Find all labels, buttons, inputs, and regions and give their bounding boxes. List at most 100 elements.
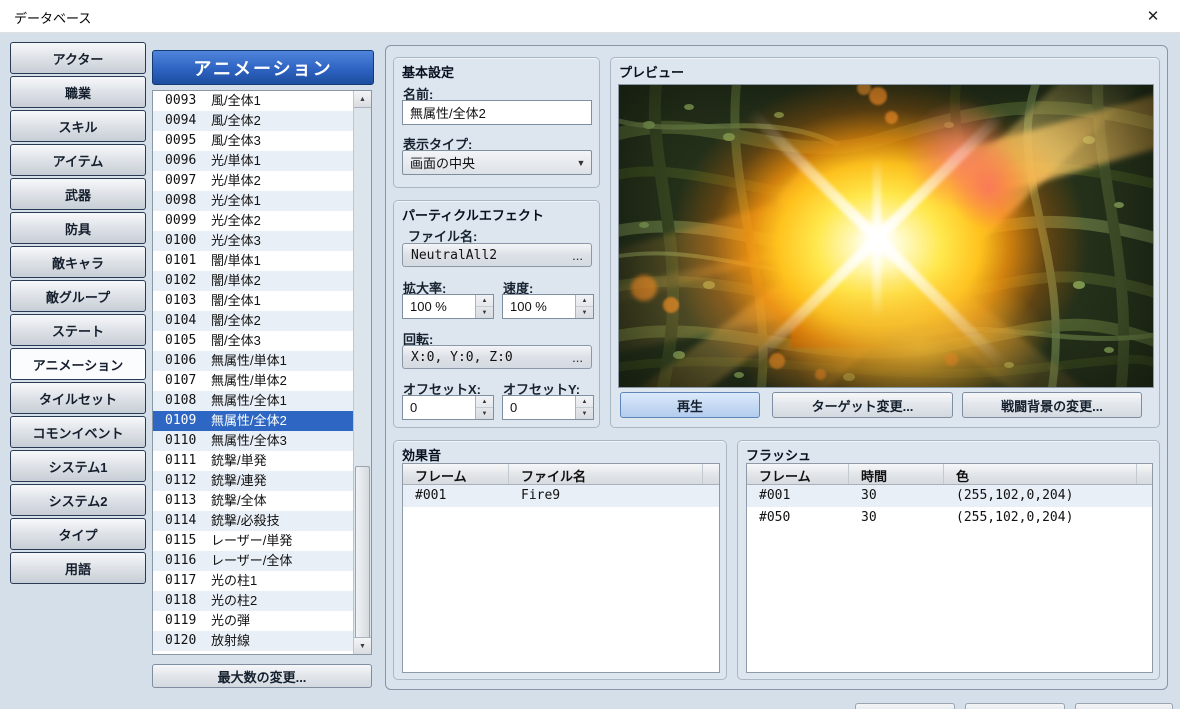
scrollbar-thumb[interactable]: [355, 466, 370, 640]
list-item-name: 無属性/全体3: [211, 431, 287, 451]
list-item[interactable]: 0096 光/単体1: [153, 151, 354, 171]
spin-down-icon[interactable]: ▼: [576, 307, 593, 318]
list-item[interactable]: 0095 風/全体3: [153, 131, 354, 151]
list-item-id: 0093: [165, 91, 203, 111]
list-item[interactable]: 0111 銃撃/単発: [153, 451, 354, 471]
list-item[interactable]: 0108 無属性/全体1: [153, 391, 354, 411]
list-item-id: 0100: [165, 231, 203, 251]
list-item[interactable]: 0112 銃撃/連発: [153, 471, 354, 491]
list-item[interactable]: 0105 闇/全体3: [153, 331, 354, 351]
list-item-name: 銃撃/必殺技: [211, 511, 280, 531]
sidebar-tab-label: ステート: [52, 321, 104, 340]
column-header-time[interactable]: 時間: [849, 464, 944, 484]
sidebar-tab-label: アイテム: [53, 151, 104, 170]
display-type-select[interactable]: 画面の中央 ▼: [402, 150, 592, 175]
sidebar-tab[interactable]: タイプ: [10, 518, 146, 550]
sidebar-tab[interactable]: 敵キャラ: [10, 246, 146, 278]
column-header-frame[interactable]: フレーム: [403, 464, 509, 484]
list-item-name: 闇/全体3: [211, 331, 261, 351]
sidebar-tab[interactable]: アイテム: [10, 144, 146, 176]
list-item-id: 0110: [165, 431, 203, 451]
particle-effect-group: パーティクルエフェクト ファイル名: NeutralAll2 ... 拡大率: …: [393, 200, 600, 428]
list-item-id: 0104: [165, 311, 203, 331]
list-item-id: 0101: [165, 251, 203, 271]
spin-down-icon[interactable]: ▼: [576, 408, 593, 419]
scale-stepper[interactable]: 100 % ▲▼: [402, 294, 494, 319]
change-target-button[interactable]: ターゲット変更...: [772, 392, 953, 418]
sidebar-tab[interactable]: システム2: [10, 484, 146, 516]
spin-up-icon[interactable]: ▲: [576, 396, 593, 408]
sidebar-tab[interactable]: アクター: [10, 42, 146, 74]
column-header-filename[interactable]: ファイル名: [509, 464, 703, 484]
animation-list-rows: 0093 風/全体1 0094 風/全体2 0095 風/全体3 0096 光/…: [153, 91, 354, 654]
sidebar-tab[interactable]: システム1: [10, 450, 146, 482]
list-item[interactable]: 0094 風/全体2: [153, 111, 354, 131]
change-battle-background-button[interactable]: 戦闘背景の変更...: [962, 392, 1142, 418]
spin-up-icon[interactable]: ▲: [476, 295, 493, 307]
sidebar-tab[interactable]: 敵グループ: [10, 280, 146, 312]
spin-up-icon[interactable]: ▲: [576, 295, 593, 307]
change-maximum-button[interactable]: 最大数の変更...: [152, 664, 372, 688]
list-item[interactable]: 0109 無属性/全体2: [153, 411, 354, 431]
offset-x-stepper[interactable]: 0 ▲▼: [402, 395, 494, 420]
file-name-button[interactable]: NeutralAll2 ...: [402, 243, 592, 267]
list-item[interactable]: 0098 光/全体1: [153, 191, 354, 211]
dialog-bottom-button[interactable]: [855, 703, 955, 709]
list-item[interactable]: 0093 風/全体1: [153, 91, 354, 111]
table-row[interactable]: #001 Fire9: [403, 485, 719, 507]
sidebar-tab-label: コモンイベント: [32, 423, 123, 442]
spin-down-icon[interactable]: ▼: [476, 307, 493, 318]
dialog-bottom-button[interactable]: [1075, 703, 1173, 709]
spin-up-icon[interactable]: ▲: [476, 396, 493, 408]
list-scrollbar[interactable]: ▲ ▼: [353, 91, 371, 654]
list-item[interactable]: 0119 光の弾: [153, 611, 354, 631]
sidebar-tab[interactable]: 防具: [10, 212, 146, 244]
sidebar-tab[interactable]: 用語: [10, 552, 146, 584]
scrollbar-up-icon[interactable]: ▲: [354, 91, 371, 108]
list-item[interactable]: 0120 放射線: [153, 631, 354, 651]
animation-list: 0093 風/全体1 0094 風/全体2 0095 風/全体3 0096 光/…: [152, 90, 372, 655]
sidebar-tab[interactable]: コモンイベント: [10, 416, 146, 448]
play-button[interactable]: 再生: [620, 392, 760, 418]
sound-effects-group: 効果音 フレーム ファイル名 #001 Fire9: [393, 440, 727, 680]
list-item[interactable]: 0116 レーザー/全体: [153, 551, 354, 571]
list-item[interactable]: 0102 闇/単体2: [153, 271, 354, 291]
list-item[interactable]: 0115 レーザー/単発: [153, 531, 354, 551]
sidebar-tab[interactable]: スキル: [10, 110, 146, 142]
preview-image: [618, 84, 1154, 388]
column-header-frame[interactable]: フレーム: [747, 464, 849, 484]
rotation-value: X:0, Y:0, Z:0: [411, 350, 572, 365]
scrollbar-down-icon[interactable]: ▼: [354, 637, 371, 654]
sidebar-tab[interactable]: ステート: [10, 314, 146, 346]
list-item[interactable]: 0099 光/全体2: [153, 211, 354, 231]
list-item[interactable]: 0117 光の柱1: [153, 571, 354, 591]
column-header-color[interactable]: 色: [944, 464, 1137, 484]
list-item[interactable]: 0110 無属性/全体3: [153, 431, 354, 451]
table-row[interactable]: #050 30 (255,102,0,204): [747, 507, 1152, 529]
rotation-button[interactable]: X:0, Y:0, Z:0 ...: [402, 345, 592, 369]
table-row[interactable]: #001 30 (255,102,0,204): [747, 485, 1152, 507]
sidebar-tab[interactable]: 武器: [10, 178, 146, 210]
close-icon[interactable]: ✕: [1138, 5, 1168, 27]
list-item[interactable]: 0100 光/全体3: [153, 231, 354, 251]
dialog-bottom-button[interactable]: [965, 703, 1065, 709]
list-item[interactable]: 0097 光/単体2: [153, 171, 354, 191]
list-item[interactable]: 0101 闇/単体1: [153, 251, 354, 271]
name-field[interactable]: 無属性/全体2: [402, 100, 592, 125]
list-item[interactable]: 0104 闇/全体2: [153, 311, 354, 331]
list-item[interactable]: 0107 無属性/単体2: [153, 371, 354, 391]
spin-down-icon[interactable]: ▼: [476, 408, 493, 419]
list-item[interactable]: 0114 銃撃/必殺技: [153, 511, 354, 531]
sidebar-tab[interactable]: タイルセット: [10, 382, 146, 414]
cell-color: (255,102,0,204): [944, 507, 1152, 529]
basic-settings-group: 基本設定 名前: 無属性/全体2 表示タイプ: 画面の中央 ▼: [393, 57, 600, 188]
list-item[interactable]: 0106 無属性/単体1: [153, 351, 354, 371]
sidebar-tab[interactable]: 職業: [10, 76, 146, 108]
list-item[interactable]: 0103 闇/全体1: [153, 291, 354, 311]
speed-stepper[interactable]: 100 % ▲▼: [502, 294, 594, 319]
list-item[interactable]: 0113 銃撃/全体: [153, 491, 354, 511]
sidebar-tab-label: 敵グループ: [46, 287, 110, 306]
sidebar-tab[interactable]: アニメーション: [10, 348, 146, 380]
list-item[interactable]: 0118 光の柱2: [153, 591, 354, 611]
offset-y-stepper[interactable]: 0 ▲▼: [502, 395, 594, 420]
